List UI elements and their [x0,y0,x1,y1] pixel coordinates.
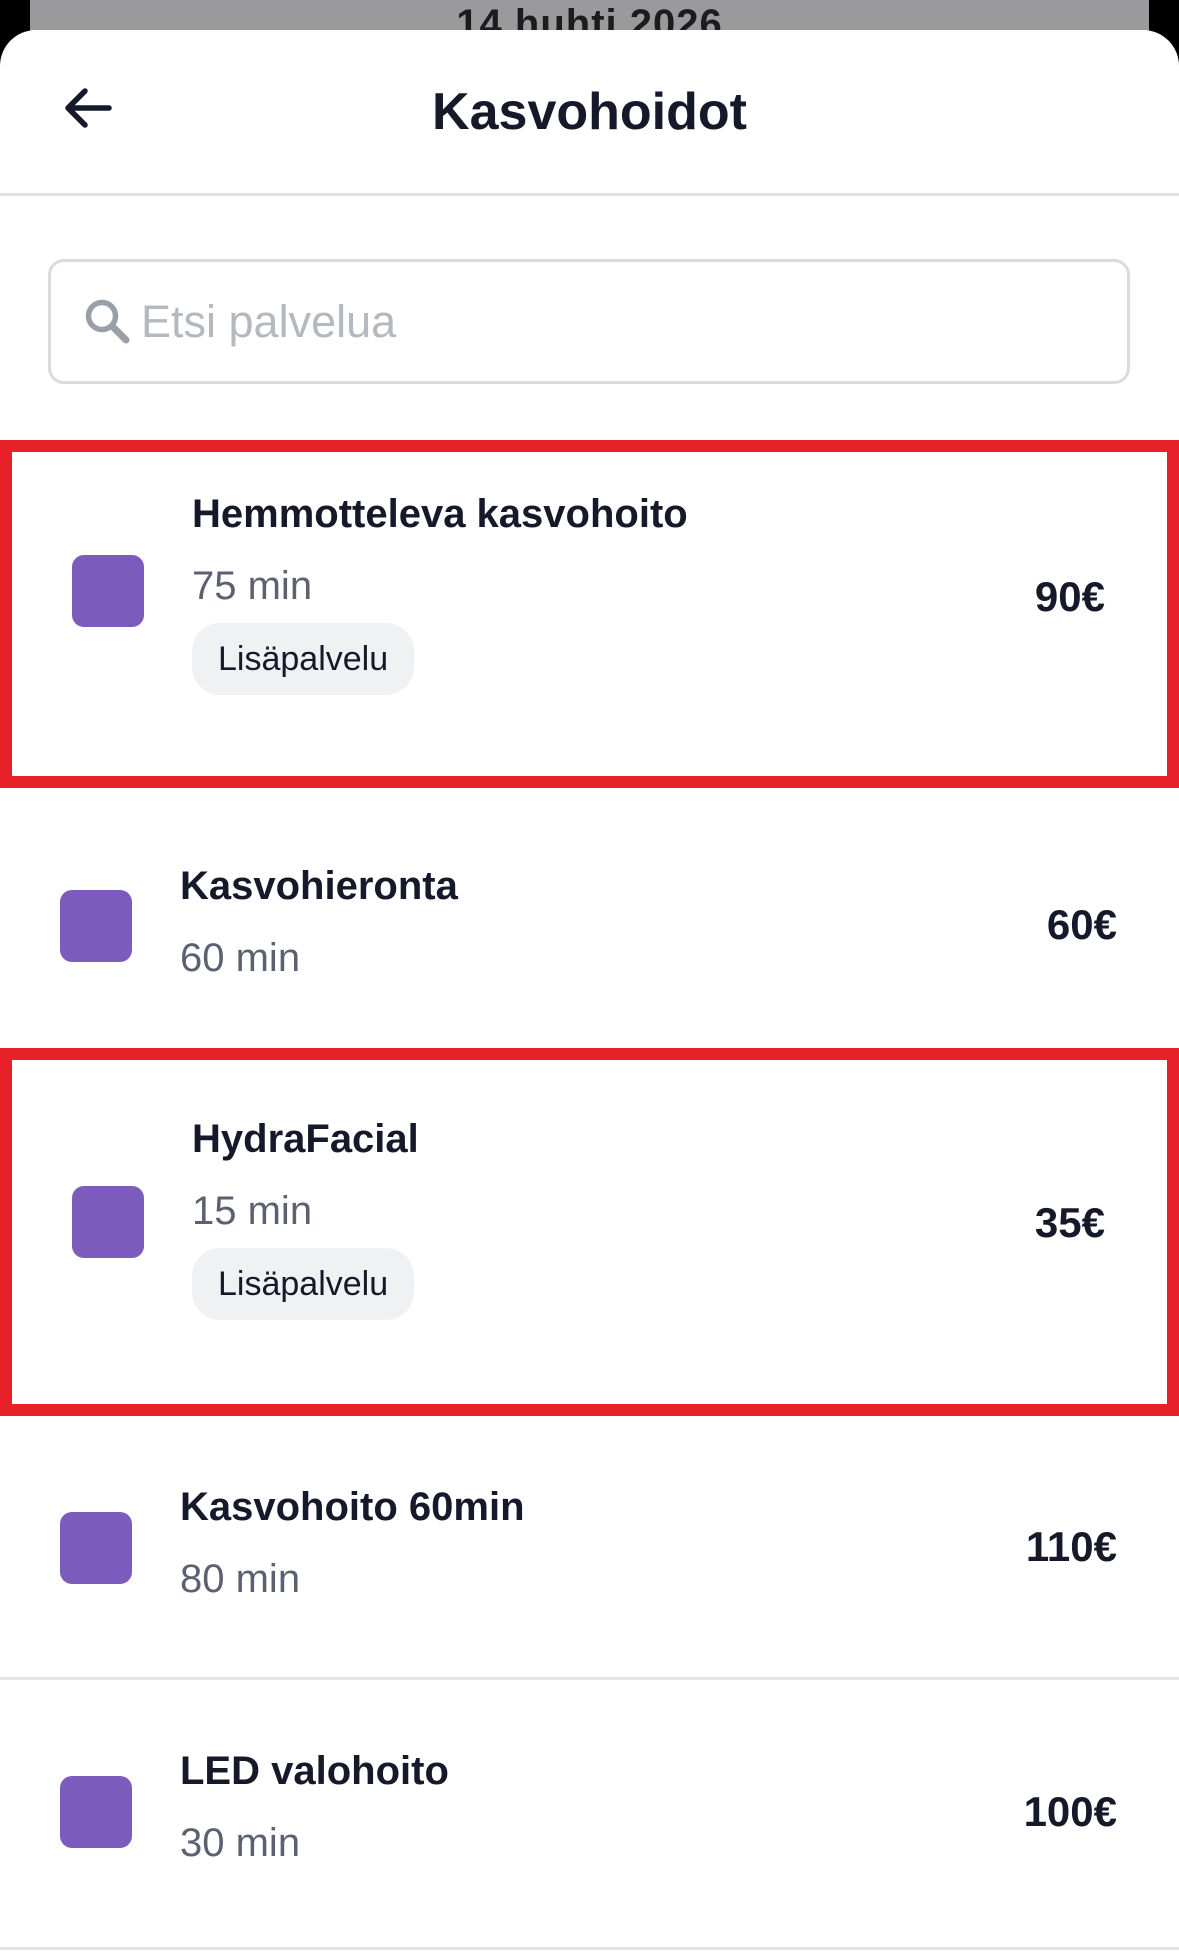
service-item[interactable]: LED valohoito 30 min 100€ [0,1680,1179,1950]
service-price: 100€ [1023,1788,1117,1835]
addon-badge: Lisäpalvelu [192,1248,415,1320]
service-name: HydraFacial [192,1117,419,1161]
service-price: 110€ [1025,1523,1117,1570]
addon-badge: Lisäpalvelu [192,623,415,695]
service-name: Hemmotteleva kasvohoito [192,492,688,536]
service-duration: 75 min [192,564,313,608]
service-checkbox[interactable] [72,555,144,627]
service-checkbox[interactable] [60,890,132,962]
service-name: Kasvohieronta [180,864,458,908]
service-checkbox[interactable] [72,1186,144,1258]
service-checkbox[interactable] [60,1512,132,1584]
service-name: Kasvohoito 60min [180,1485,525,1529]
service-item[interactable]: Kasvohoito 60min 80 min 110€ [0,1416,1179,1680]
service-duration: 30 min [180,1821,301,1865]
service-duration: 15 min [192,1189,313,1233]
search-input[interactable] [141,262,1127,381]
service-price: 90€ [1034,573,1105,620]
sheet-header: Kasvohoidot [0,30,1179,196]
service-price: 35€ [1034,1199,1105,1246]
service-item[interactable]: Kasvohieronta 60 min 60€ [0,788,1179,1048]
service-checkbox[interactable] [60,1776,132,1848]
service-duration: 80 min [180,1557,301,1601]
service-duration: 60 min [180,936,301,980]
service-price: 60€ [1046,901,1117,948]
service-name: LED valohoito [180,1749,449,1793]
search-field[interactable] [48,259,1130,384]
service-list: Hemmotteleva kasvohoito 75 min Lisäpalve… [0,440,1179,1950]
search-icon [81,295,135,349]
page-title: Kasvohoidot [432,83,747,141]
service-picker-sheet: Kasvohoidot Hemmotteleva kasvohoito 75 m… [0,30,1179,1954]
service-item[interactable]: HydraFacial 15 min Lisäpalvelu 35€ [0,1048,1179,1416]
service-item[interactable]: Hemmotteleva kasvohoito 75 min Lisäpalve… [0,440,1179,788]
